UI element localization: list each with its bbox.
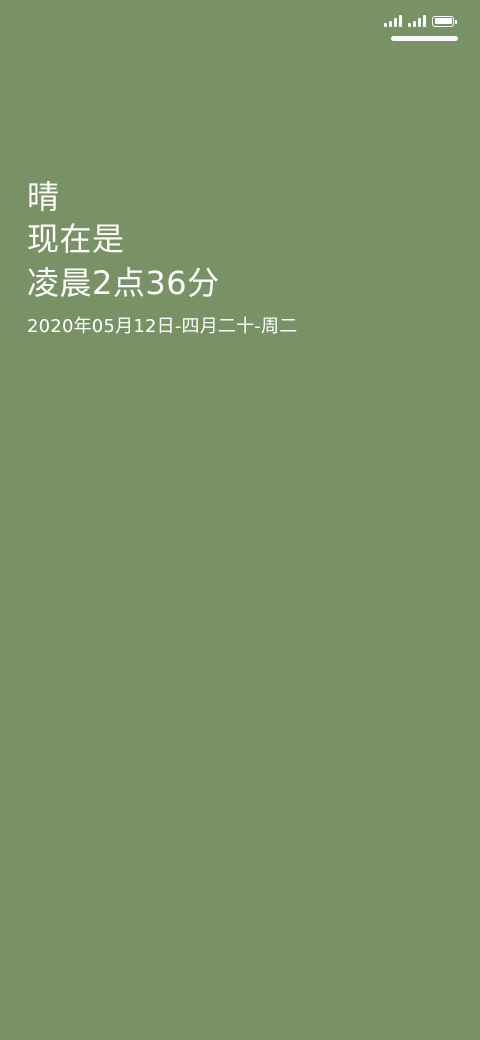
status-bar [384, 12, 457, 30]
weather-text: 晴 [27, 178, 60, 216]
time-text: 凌晨2点36分 [27, 264, 220, 302]
cellular-signal-icon-2 [408, 15, 426, 27]
time-weather-panel: 晴 现在是 凌晨2点36分 2020年05月12日-四月二十-周二 [27, 176, 297, 340]
time-prefix-text: 现在是 [27, 220, 125, 258]
cellular-signal-icon [384, 15, 402, 27]
lock-screen: 晴 现在是 凌晨2点36分 2020年05月12日-四月二十-周二 [0, 0, 480, 1040]
top-pull-handle[interactable] [391, 36, 458, 41]
battery-icon [432, 15, 457, 27]
battery-fill [434, 18, 452, 24]
date-text: 2020年05月12日-四月二十-周二 [27, 316, 298, 337]
